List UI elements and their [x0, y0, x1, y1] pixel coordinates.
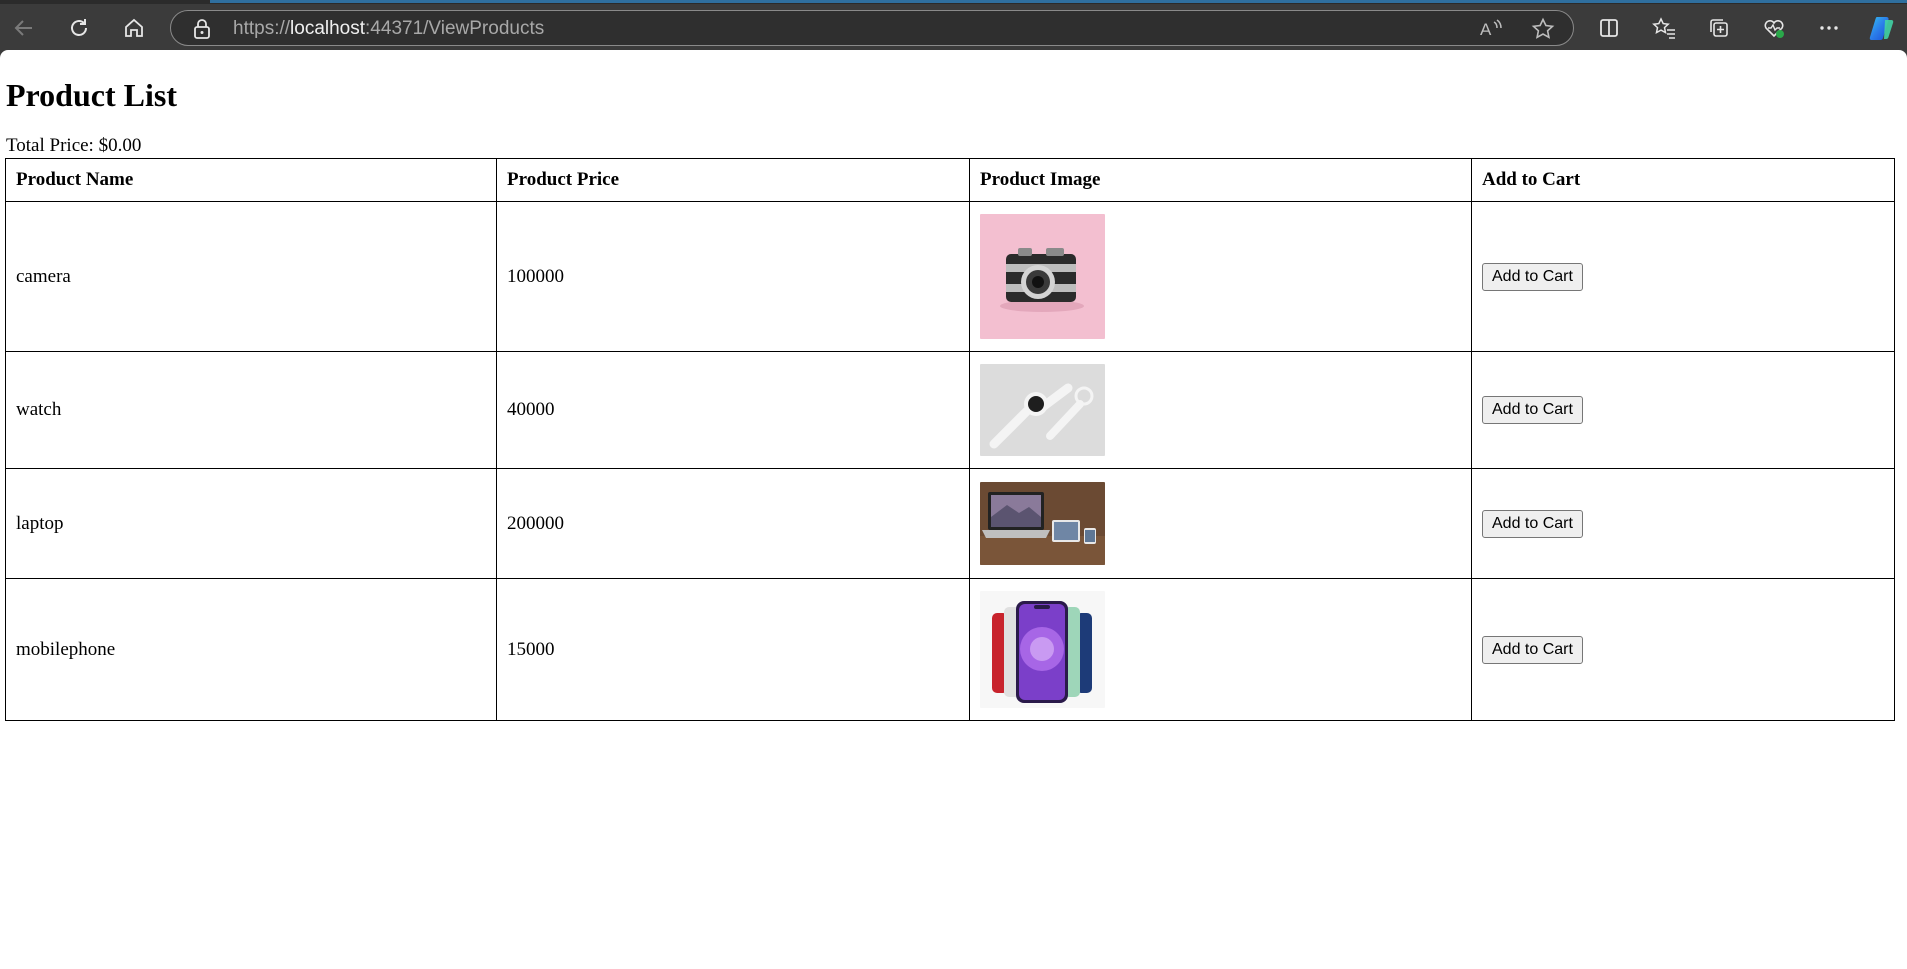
- add-to-cart-button[interactable]: Add to Cart: [1482, 509, 1583, 538]
- table-row: mobilephone 15000 Add to Cart: [5, 578, 1895, 721]
- read-aloud-icon[interactable]: A: [1479, 18, 1503, 45]
- favorite-star-icon[interactable]: [1531, 17, 1555, 46]
- product-name: mobilephone: [5, 578, 497, 721]
- product-price: 100000: [496, 201, 970, 352]
- mobilephone-photo: [980, 591, 1105, 708]
- product-image-cell: [969, 201, 1472, 352]
- product-image-cell: [969, 468, 1472, 579]
- favorites-icon[interactable]: [1648, 12, 1680, 44]
- url-path: :44371/ViewProducts: [365, 18, 545, 39]
- header-product-image: Product Image: [969, 158, 1472, 202]
- add-to-cart-button[interactable]: Add to Cart: [1482, 396, 1583, 424]
- table-row: watch 40000 Add to Cart: [5, 351, 1895, 469]
- browser-toolbar: https://localhost:44371/ViewProducts A: [0, 4, 1907, 50]
- camera-photo: [980, 214, 1105, 339]
- products-table: Product Name Product Price Product Image…: [5, 158, 1895, 721]
- product-price: 15000: [496, 578, 970, 721]
- watch-photo: [980, 364, 1105, 456]
- product-name: watch: [5, 351, 497, 469]
- refresh-icon[interactable]: [63, 12, 95, 44]
- url-scheme: https://: [233, 18, 291, 39]
- more-options-icon[interactable]: [1813, 12, 1845, 44]
- back-icon[interactable]: [8, 12, 40, 44]
- address-bar[interactable]: https://localhost:44371/ViewProducts A: [170, 10, 1574, 46]
- home-icon[interactable]: [118, 12, 150, 44]
- page-title: Product List: [6, 77, 177, 113]
- laptop-photo: [980, 482, 1105, 565]
- product-image-cell: [969, 351, 1472, 469]
- url-host: localhost: [290, 18, 366, 39]
- add-to-cart-cell: Add to Cart: [1471, 468, 1895, 579]
- product-price: 40000: [496, 351, 970, 469]
- product-image-cell: [969, 578, 1472, 721]
- total-price: Total Price: $0.00: [6, 135, 142, 156]
- copilot-icon[interactable]: [1866, 12, 1898, 44]
- product-price: 200000: [496, 468, 970, 579]
- add-to-cart-button[interactable]: Add to Cart: [1482, 635, 1583, 664]
- page-content: Product List Total Price: $0.00 Product …: [0, 50, 1907, 969]
- add-to-cart-cell: Add to Cart: [1471, 201, 1895, 352]
- lock-icon[interactable]: [193, 19, 211, 44]
- collections-icon[interactable]: [1703, 12, 1735, 44]
- add-to-cart-cell: Add to Cart: [1471, 351, 1895, 469]
- table-row: laptop 200000 Add to Cart: [5, 468, 1895, 579]
- split-screen-icon[interactable]: [1593, 12, 1625, 44]
- product-name: laptop: [5, 468, 497, 579]
- table-header-row: Product Name Product Price Product Image…: [5, 158, 1895, 202]
- add-to-cart-button[interactable]: Add to Cart: [1482, 262, 1583, 291]
- header-product-name: Product Name: [5, 158, 497, 202]
- product-name: camera: [5, 201, 497, 352]
- header-add-to-cart: Add to Cart: [1471, 158, 1895, 202]
- svg-text:A: A: [1480, 20, 1492, 39]
- add-to-cart-cell: Add to Cart: [1471, 578, 1895, 721]
- browser-essentials-icon[interactable]: [1758, 12, 1790, 44]
- table-row: camera 100000 Add to Cart: [5, 201, 1895, 352]
- header-product-price: Product Price: [496, 158, 970, 202]
- active-tab-accent: [210, 0, 1907, 3]
- url-text[interactable]: https://localhost:44371/ViewProducts: [233, 18, 544, 40]
